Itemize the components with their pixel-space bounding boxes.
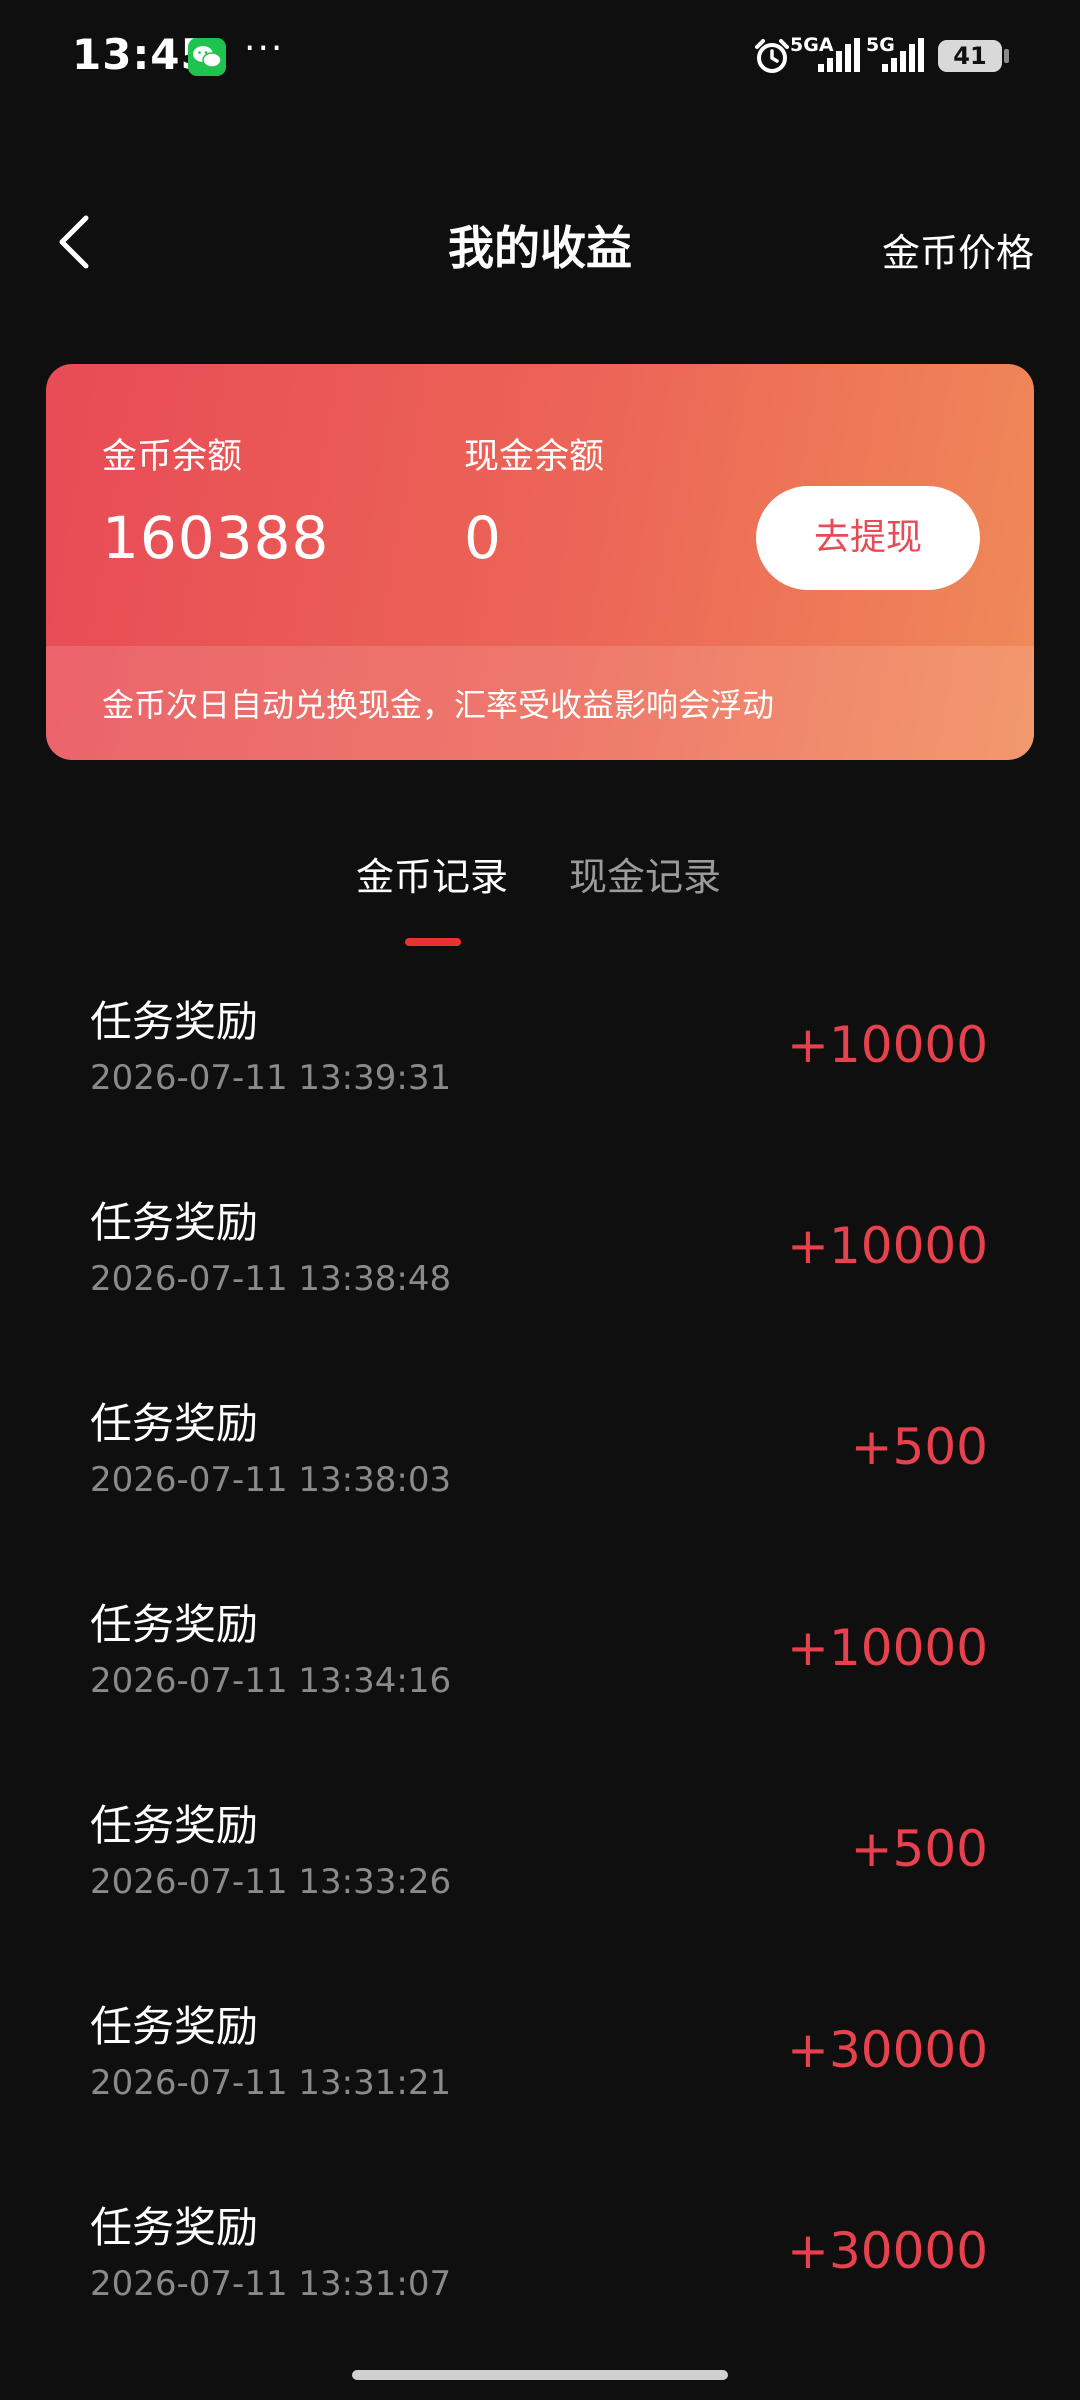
list-item: 任务奖励 2026-07-11 13:34:16 +10000 xyxy=(0,1553,1080,1754)
wechat-icon xyxy=(188,38,226,76)
tab-cash-records[interactable]: 现金记录 xyxy=(569,846,721,901)
record-title: 任务奖励 xyxy=(90,2203,259,2252)
record-amount: +30000 xyxy=(787,2222,988,2280)
signal-icon xyxy=(818,38,860,78)
record-tabs: 金币记录 现金记录 xyxy=(0,846,1080,946)
record-amount: +10000 xyxy=(787,1619,988,1677)
record-time: 2026-07-11 13:31:21 xyxy=(90,2063,452,2103)
record-title: 任务奖励 xyxy=(90,2002,259,2051)
record-amount: +30000 xyxy=(787,2021,988,2079)
record-time: 2026-07-11 13:38:03 xyxy=(90,1460,452,1500)
balance-card: 金币余额 160388 现金余额 0 去提现 金币次日自动兑换现金，汇率受收益影… xyxy=(46,364,1034,760)
record-amount: +10000 xyxy=(787,1217,988,1275)
record-time: 2026-07-11 13:31:07 xyxy=(90,2264,452,2304)
coin-balance-value: 160388 xyxy=(102,504,330,572)
record-amount: +500 xyxy=(850,1418,988,1476)
record-time: 2026-07-11 13:33:26 xyxy=(90,1862,452,1902)
status-bar: 13:45 ··· 5GA 5G 41 xyxy=(0,0,1080,118)
record-amount: +500 xyxy=(850,1820,988,1878)
record-title: 任务奖励 xyxy=(90,1801,259,1850)
home-indicator[interactable] xyxy=(352,2370,728,2380)
record-title: 任务奖励 xyxy=(90,1600,259,1649)
record-time: 2026-07-11 13:34:16 xyxy=(90,1661,452,1701)
tab-coin-records[interactable]: 金币记录 xyxy=(356,846,508,901)
record-time: 2026-07-11 13:38:48 xyxy=(90,1259,452,1299)
alarm-icon xyxy=(752,36,792,80)
coin-price-link[interactable]: 金币价格 xyxy=(882,222,1034,277)
signal-icon xyxy=(882,38,926,78)
list-item: 任务奖励 2026-07-11 13:33:26 +500 xyxy=(0,1754,1080,1955)
record-amount: +10000 xyxy=(787,1016,988,1074)
list-item: 任务奖励 2026-07-11 13:39:31 +10000 xyxy=(0,950,1080,1151)
record-title: 任务奖励 xyxy=(90,1399,259,1448)
battery-cap xyxy=(1004,49,1009,63)
list-item: 任务奖励 2026-07-11 13:31:21 +30000 xyxy=(0,1955,1080,2156)
list-item: 任务奖励 2026-07-11 13:31:07 +30000 xyxy=(0,2156,1080,2357)
record-time: 2026-07-11 13:39:31 xyxy=(90,1058,452,1098)
list-item: 任务奖励 2026-07-11 13:38:03 +500 xyxy=(0,1352,1080,1553)
record-title: 任务奖励 xyxy=(90,1198,259,1247)
battery-level: 41 xyxy=(953,42,987,70)
coin-record-list: 任务奖励 2026-07-11 13:39:31 +10000 任务奖励 202… xyxy=(0,950,1080,2357)
battery-icon: 41 xyxy=(938,40,1002,72)
coin-balance-label: 金币余额 xyxy=(102,437,243,477)
cash-balance-value: 0 xyxy=(464,504,502,572)
more-notifications-icon: ··· xyxy=(244,28,285,69)
cash-balance-label: 现金余额 xyxy=(464,437,605,477)
record-title: 任务奖励 xyxy=(90,997,259,1046)
active-tab-indicator xyxy=(405,938,461,946)
withdraw-button[interactable]: 去提现 xyxy=(756,486,980,590)
list-item: 任务奖励 2026-07-11 13:38:48 +10000 xyxy=(0,1151,1080,1352)
exchange-note: 金币次日自动兑换现金，汇率受收益影响会浮动 xyxy=(102,686,775,724)
